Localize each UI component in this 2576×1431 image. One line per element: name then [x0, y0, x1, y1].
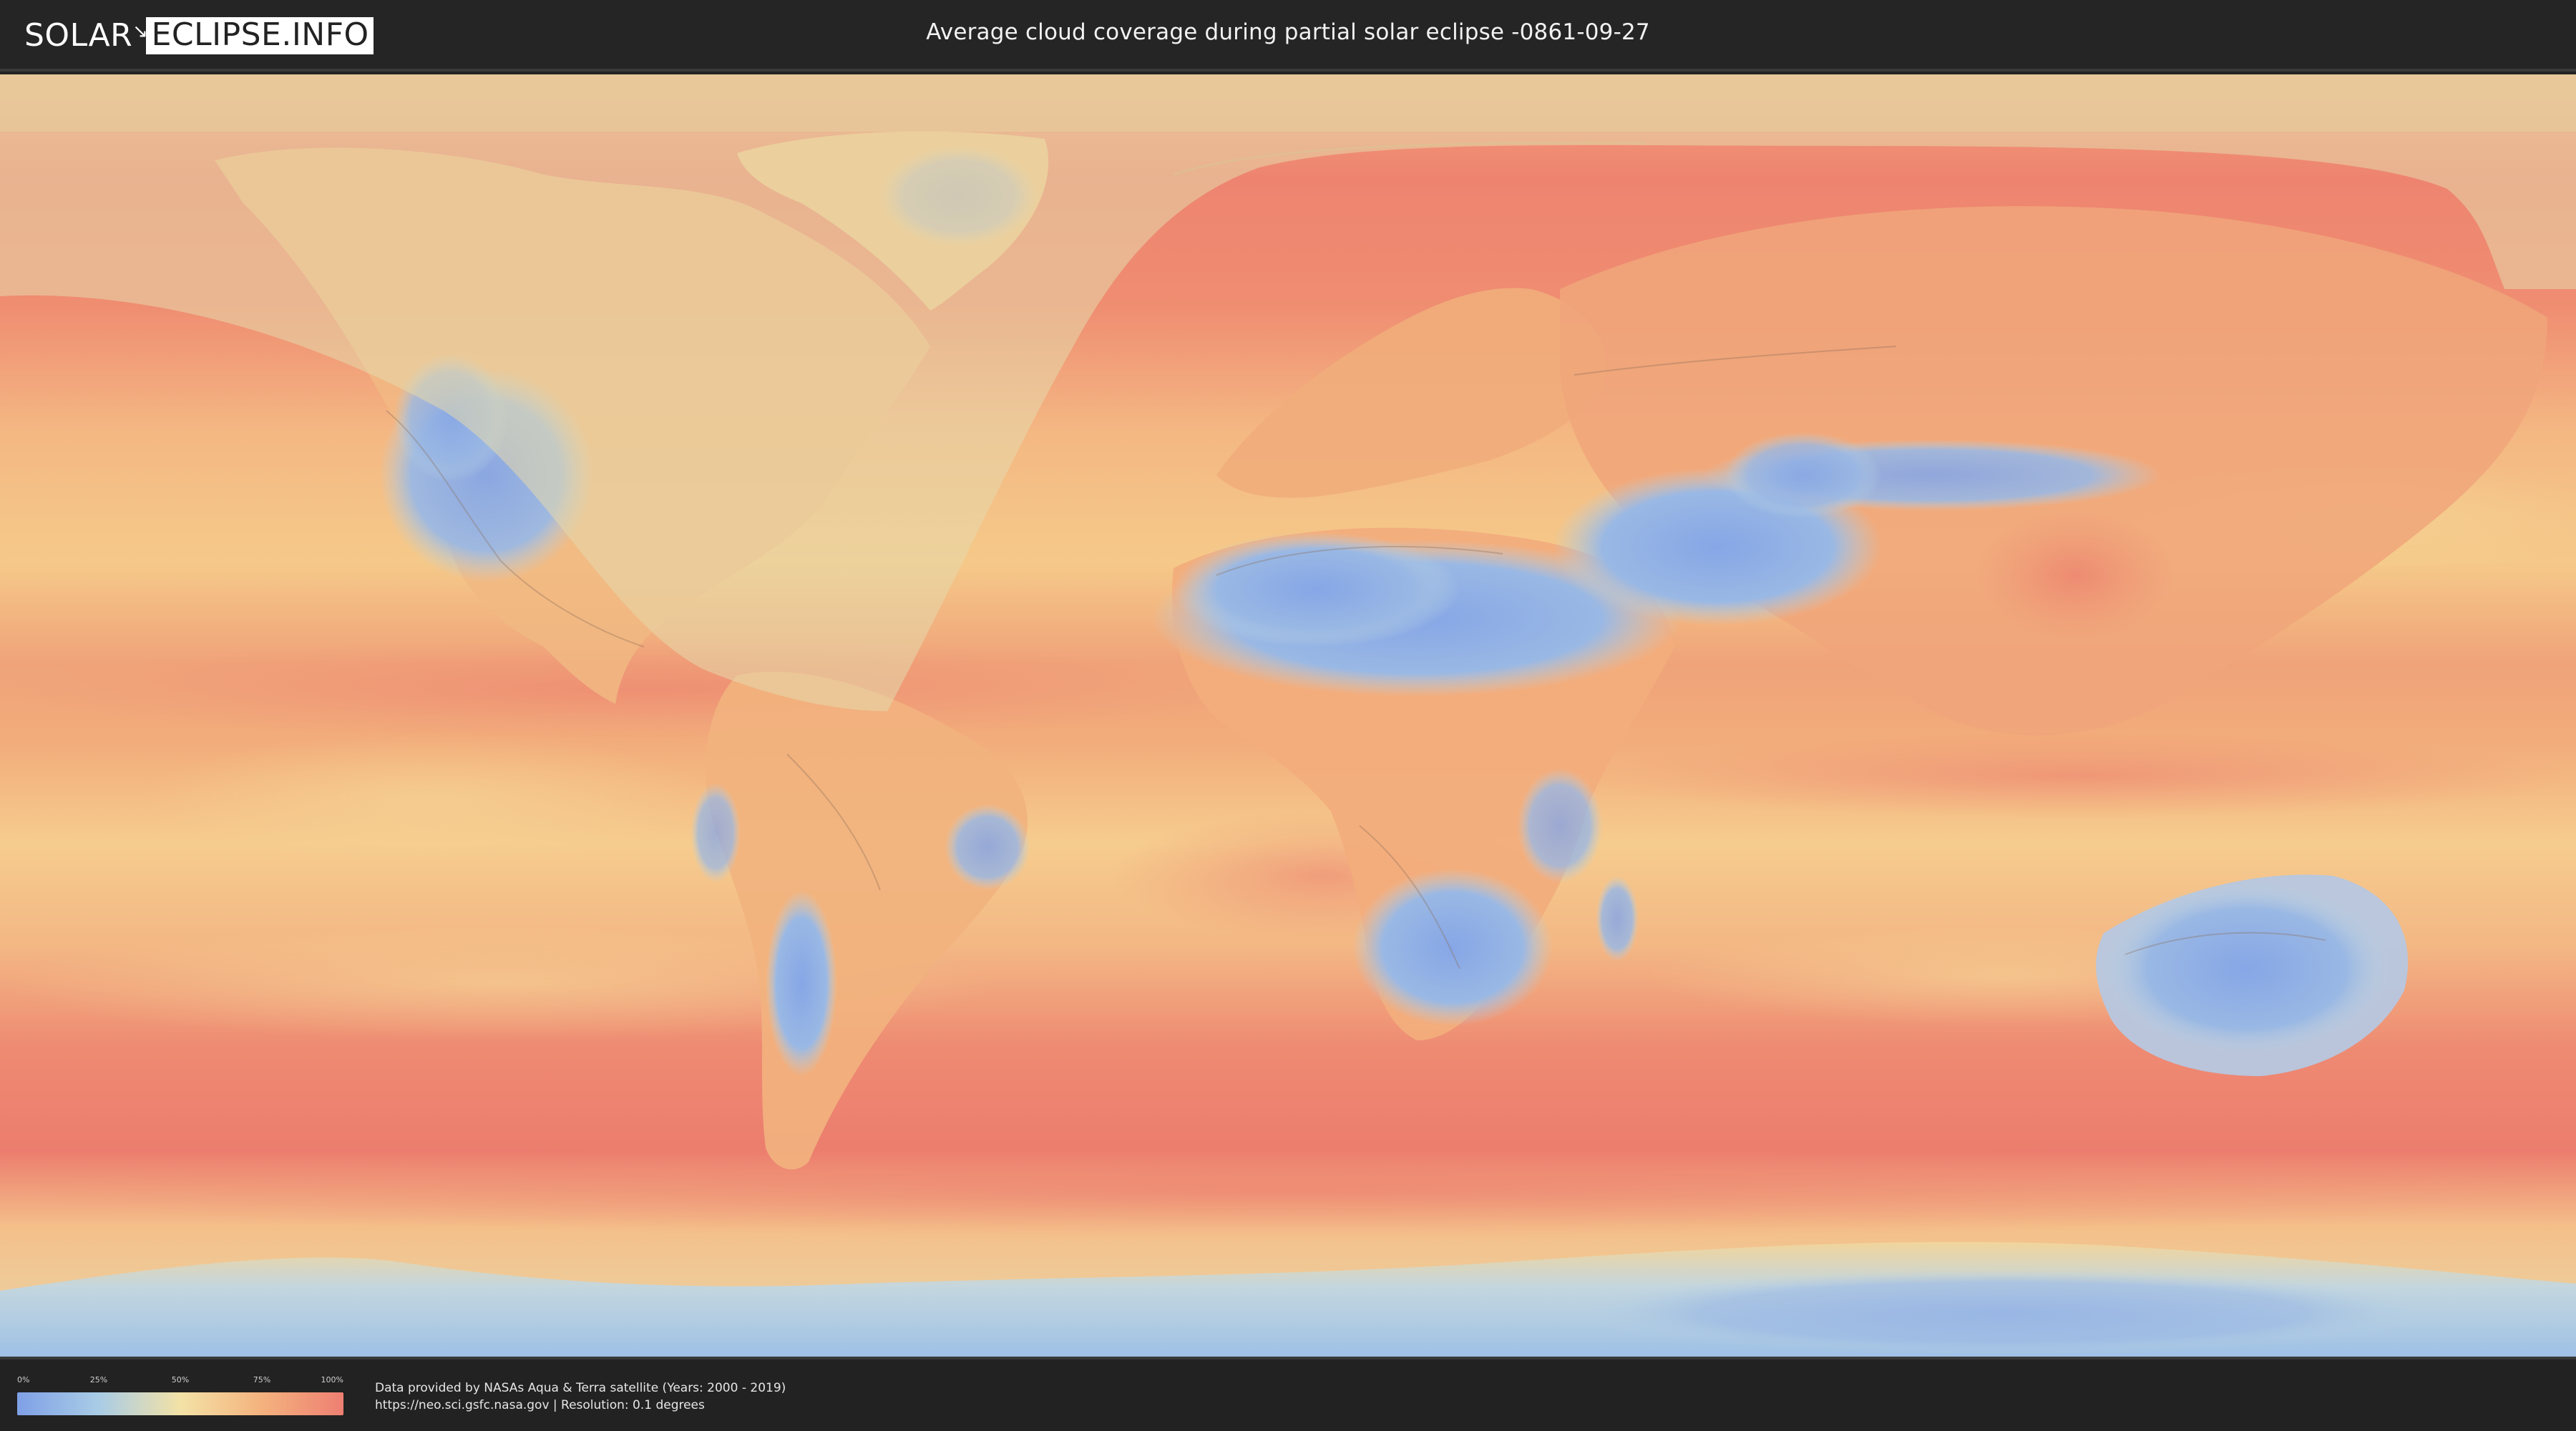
credits-line-source: Data provided by NASAs Aqua & Terra sate… [375, 1381, 786, 1395]
cloud-coverage-map[interactable] [0, 74, 2576, 1357]
data-credits: Data provided by NASAs Aqua & Terra sate… [375, 1379, 786, 1414]
cloud-coverage-legend: 0% 25% 50% 75% 100% [17, 1375, 343, 1418]
legend-tick-100: 100% [321, 1375, 343, 1384]
australia-clear-area [2104, 883, 2390, 1055]
legend-tick-25: 25% [89, 1375, 108, 1384]
kalahari-clear-area [1352, 869, 1553, 1026]
map-canvas [0, 74, 2576, 1357]
legend-tick-50: 50% [171, 1375, 190, 1384]
legend-tick-75: 75% [253, 1375, 271, 1384]
app-root: SOLAR ↘ ECLIPSE.INFO Average cloud cover… [0, 0, 2576, 1431]
legend-tick-0: 0% [17, 1375, 30, 1384]
atacama-clear-area [766, 890, 837, 1076]
footer: 0% 25% 50% 75% 100% Data provided by NAS… [0, 1357, 2576, 1431]
top-bar: SOLAR ↘ ECLIPSE.INFO Average cloud cover… [0, 0, 2576, 72]
credits-line-link[interactable]: https://neo.sci.gsfc.nasa.gov | Resoluti… [375, 1397, 786, 1414]
page-title: Average cloud coverage during partial so… [926, 19, 1650, 45]
legend-ticks: 0% 25% 50% 75% 100% [17, 1375, 343, 1390]
legend-color-scale [17, 1392, 343, 1415]
